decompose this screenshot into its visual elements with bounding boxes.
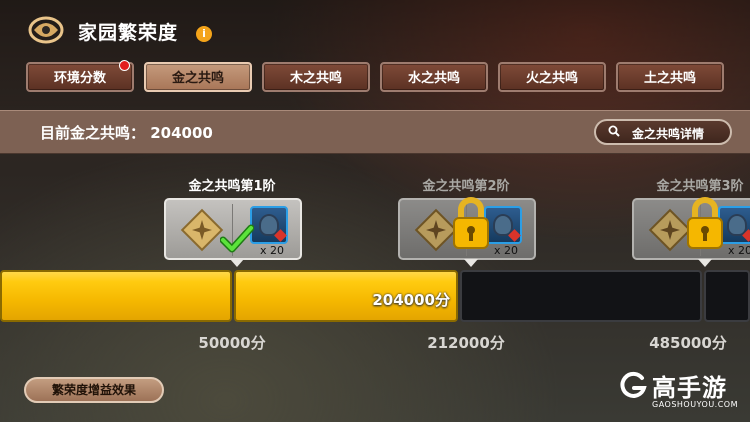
current-resonance-value: 目前金之共鸣： 204000 [40,124,213,142]
tier-1-threshold: 50000分 [198,334,266,352]
notification-dot-icon [119,60,130,71]
gold-emblem-icon [180,208,224,252]
watermark-name: 高手游 [652,374,727,402]
tier-marker-pointer [464,259,478,267]
reward-quantity: x 20 [260,244,285,257]
tab-metal-resonance[interactable]: 金之共鸣 [144,62,252,92]
tier-3-reward-panel[interactable]: x 20 [632,197,750,267]
padlock-icon [453,197,489,249]
tier-marker-pointer [230,259,244,267]
watermark-url: GAOSHOUYOU.COM [652,400,739,409]
tab-environment-score[interactable]: 环境分数 [26,60,134,92]
prosperity-boost-button[interactable]: 繁荣度增益效果 [24,377,164,403]
search-icon [608,125,620,137]
tab-wood-resonance[interactable]: 木之共鸣 [262,62,370,92]
tier-3-title: 金之共鸣第3阶 [656,179,744,194]
tab-label: 水之共鸣 [407,71,460,86]
tab-label: 火之共鸣 [525,71,578,86]
site-watermark: 高手游 GAOSHOUYOU.COM [618,366,748,416]
tab-fire-resonance[interactable]: 火之共鸣 [498,62,606,92]
tier-1-title: 金之共鸣第1阶 [188,179,276,194]
page-title: 家园繁荣度 [78,22,179,44]
tier-1-reward-panel[interactable]: x 20 [164,198,302,267]
hero-portrait-icon [250,206,288,244]
tab-label: 环境分数 [53,71,106,86]
progress-segment-2-filled: 204000分 [234,270,458,322]
resonance-summary-bar: 目前金之共鸣： 204000 金之共鸣详情 [0,110,750,154]
reward-quantity: x 20 [494,244,519,257]
tab-label: 金之共鸣 [171,71,224,86]
tab-label: 木之共鸣 [289,71,342,86]
progress-value-label: 204000分 [372,291,450,309]
detail-button-label: 金之共鸣详情 [632,127,705,141]
resonance-tabs: 环境分数 金之共鸣 木之共鸣 水之共鸣 火之共鸣 土之共鸣 [26,60,726,94]
checkmark-icon [220,224,254,253]
tab-earth-resonance[interactable]: 土之共鸣 [616,62,724,92]
tier-marker-pointer [698,259,712,267]
tab-water-resonance[interactable]: 水之共鸣 [380,62,488,92]
info-icon[interactable]: i [196,26,212,42]
tier-2-title: 金之共鸣第2阶 [422,179,510,194]
tier-2-threshold: 212000分 [427,334,505,352]
tab-label: 土之共鸣 [643,71,696,86]
reward-quantity: x 20 [728,244,750,257]
tier-2-reward-panel[interactable]: x 20 [398,197,536,267]
padlock-icon [687,197,723,249]
progress-segment-3 [704,270,750,322]
progress-segment-1 [0,270,232,322]
tier-3-threshold: 485000分 [649,334,727,352]
watermark-logo-icon [620,371,647,398]
progress-segment-2-remaining [460,270,702,322]
homestead-logo-icon [28,16,64,44]
top-header: 家园繁荣度 i 环境分数 金之共鸣 木之共鸣 水之共鸣 火之共鸣 土之共鸣 [0,0,750,110]
resonance-detail-button[interactable]: 金之共鸣详情 [594,119,732,145]
